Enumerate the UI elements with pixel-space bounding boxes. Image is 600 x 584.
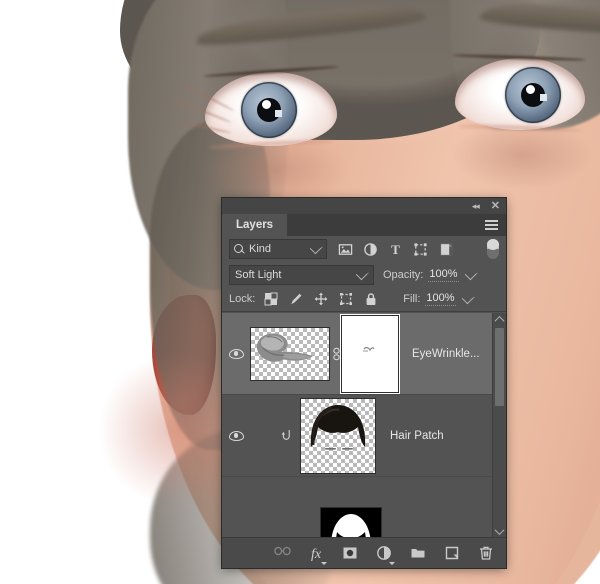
lock-artboard-nesting-icon[interactable] bbox=[339, 292, 353, 306]
lock-bar[interactable]: Lock: Fill: 100% bbox=[222, 287, 506, 312]
collapse-to-icons-button[interactable]: ◂◂ bbox=[472, 201, 480, 211]
layers-panel[interactable]: ◂◂ ✕ Layers Kind T Soft Light Opacity: 1… bbox=[222, 198, 506, 568]
eye-left-catchlight-secondary bbox=[275, 110, 282, 117]
chevron-down-icon bbox=[309, 240, 324, 255]
lock-all-icon[interactable] bbox=[364, 292, 378, 306]
search-icon bbox=[234, 243, 245, 255]
tab-layers-label: Layers bbox=[236, 219, 274, 231]
layer-thumbnails[interactable] bbox=[250, 314, 399, 393]
filter-kind-label: Kind bbox=[249, 243, 272, 255]
panel-menu-icon[interactable] bbox=[480, 214, 506, 236]
add-layer-style-button[interactable]: fx bbox=[308, 545, 327, 565]
eye-right-catchlight-secondary bbox=[540, 94, 547, 101]
layer-name[interactable]: Hair Patch bbox=[390, 430, 444, 442]
filter-shape-layers-icon[interactable] bbox=[413, 242, 428, 257]
filter-kind-select[interactable]: Kind bbox=[229, 239, 327, 259]
layer-thumbnail[interactable] bbox=[250, 326, 330, 381]
opacity-input[interactable]: 100% bbox=[428, 268, 459, 282]
chevron-down-icon bbox=[355, 266, 370, 280]
filter-smart-object-icon[interactable] bbox=[438, 242, 453, 257]
chevron-down-icon bbox=[321, 562, 327, 565]
lock-buttons[interactable] bbox=[264, 292, 378, 306]
blend-mode-value: Soft Light bbox=[235, 268, 282, 281]
table-row[interactable]: Hair Patch bbox=[222, 395, 506, 477]
layer-visibility-toggle[interactable] bbox=[222, 482, 250, 539]
panel-titlebar[interactable]: ◂◂ ✕ bbox=[222, 198, 506, 214]
scrollbar-thumb[interactable] bbox=[495, 328, 504, 406]
panel-tab-bar[interactable]: Layers bbox=[222, 214, 506, 236]
lock-transparent-pixels-icon[interactable] bbox=[264, 292, 278, 306]
new-group-button[interactable] bbox=[410, 545, 426, 561]
add-layer-mask-button[interactable] bbox=[342, 545, 358, 561]
filter-type-buttons[interactable]: T bbox=[338, 242, 453, 257]
chevron-down-icon bbox=[389, 562, 395, 565]
eye-left bbox=[205, 72, 337, 146]
lock-label: Lock: bbox=[229, 293, 256, 305]
layer-filter-bar[interactable]: Kind T bbox=[222, 236, 506, 262]
blend-mode-bar[interactable]: Soft Light Opacity: 100% bbox=[222, 262, 506, 287]
lock-position-icon[interactable] bbox=[314, 292, 328, 306]
new-layer-button[interactable] bbox=[444, 545, 460, 561]
svg-text:fx: fx bbox=[311, 547, 322, 561]
layer-mask-thumbnail[interactable] bbox=[341, 314, 399, 393]
opacity-label: Opacity: bbox=[383, 268, 424, 281]
filter-enable-toggle[interactable] bbox=[487, 239, 499, 259]
layer-mask-thumbnail[interactable] bbox=[320, 506, 382, 538]
layer-thumbnail[interactable] bbox=[300, 397, 376, 474]
link-layers-button[interactable] bbox=[274, 545, 291, 561]
filter-pixel-layers-icon[interactable] bbox=[338, 242, 353, 257]
layers-scrollbar[interactable] bbox=[492, 313, 506, 538]
fill-label: Fill: bbox=[403, 293, 421, 305]
close-panel-button[interactable]: ✕ bbox=[491, 200, 500, 212]
lock-image-pixels-icon[interactable] bbox=[289, 292, 303, 306]
layer-visibility-toggle[interactable] bbox=[222, 430, 250, 441]
new-fill-adjustment-layer-button[interactable] bbox=[376, 545, 395, 565]
opacity-dropdown-icon[interactable] bbox=[464, 266, 478, 280]
filter-adjustment-layers-icon[interactable] bbox=[363, 242, 378, 257]
eye-icon bbox=[228, 348, 244, 359]
layer-name[interactable]: EyeWrinkle... bbox=[412, 348, 480, 360]
filter-type-layers-icon[interactable]: T bbox=[388, 242, 403, 257]
layers-bottom-toolbar[interactable]: fx bbox=[222, 537, 506, 568]
fill-input[interactable]: 100% bbox=[425, 292, 456, 306]
eye-left-catchlight bbox=[262, 100, 271, 109]
scroll-up-arrow[interactable] bbox=[493, 313, 506, 326]
mask-link-icon[interactable] bbox=[330, 347, 342, 361]
fill-dropdown-icon[interactable] bbox=[461, 290, 475, 305]
delete-layer-button[interactable] bbox=[478, 545, 494, 561]
layer-visibility-toggle[interactable] bbox=[222, 348, 250, 359]
blend-mode-select[interactable]: Soft Light bbox=[229, 264, 374, 285]
tab-bar-filler bbox=[287, 214, 480, 236]
eye-icon bbox=[228, 430, 244, 441]
clipping-mask-icon bbox=[278, 429, 294, 442]
table-row[interactable]: Hair Color bbox=[222, 477, 506, 538]
eye-right bbox=[455, 58, 585, 130]
table-row[interactable]: EyeWrinkle... bbox=[222, 313, 506, 395]
svg-text:T: T bbox=[391, 242, 400, 257]
layers-list[interactable]: EyeWrinkle... Hair Patch bbox=[222, 313, 506, 538]
eye-right-catchlight bbox=[526, 85, 535, 94]
tab-layers[interactable]: Layers bbox=[222, 214, 288, 236]
